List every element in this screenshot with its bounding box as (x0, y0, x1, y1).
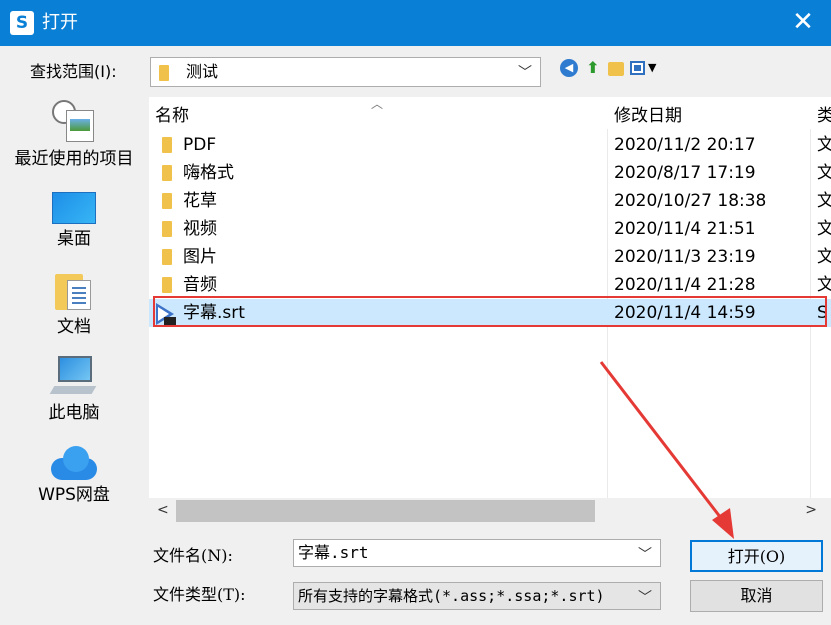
places-sidebar: 最近使用的项目 桌面 文档 此电脑 WPS网盘 (0, 92, 148, 592)
view-menu-icon[interactable]: ▼ (630, 59, 662, 77)
open-button[interactable]: 打开(O) (690, 540, 823, 572)
lookin-dropdown[interactable]: 测试 ﹀ (150, 57, 541, 87)
title-bar: S 打开 ✕ (0, 0, 831, 46)
sort-arrow-icon: ︿ (371, 97, 384, 111)
cloud-drive-icon (51, 446, 97, 480)
file-type: 文 (817, 247, 831, 267)
cancel-button[interactable]: 取消 (690, 580, 823, 612)
file-name: 嗨格式 (183, 163, 234, 183)
sidebar-item-recent[interactable]: 最近使用的项目 (0, 100, 148, 170)
file-row[interactable]: 嗨格式 2020/8/17 17:19 文 (149, 159, 831, 187)
chevron-down-icon[interactable]: ﹀ (518, 62, 532, 82)
file-type: 文 (817, 163, 831, 183)
filename-input[interactable]: 字幕.srt ﹀ (293, 539, 661, 567)
file-date: 2020/11/4 21:28 (614, 275, 756, 295)
file-date: 2020/8/17 17:19 (614, 163, 756, 183)
filetype-label: 文件类型(T): (153, 585, 246, 604)
file-type: 文 (817, 219, 831, 239)
horizontal-scrollbar[interactable]: < > (149, 498, 831, 524)
lookin-label: 查找范围(I): (30, 62, 117, 81)
this-pc-icon (49, 356, 97, 398)
file-name: 图片 (183, 247, 217, 267)
scrollbar-thumb[interactable] (176, 500, 595, 522)
column-header-name[interactable]: 名称 (155, 105, 189, 127)
folder-icon (162, 193, 172, 209)
filename-value: 字幕.srt (298, 543, 369, 562)
wps-app-icon: S (10, 11, 34, 35)
folder-icon (162, 165, 172, 181)
desktop-icon (52, 192, 96, 224)
sidebar-item-desktop[interactable]: 桌面 (0, 186, 148, 250)
chevron-down-icon[interactable]: ﹀ (638, 544, 652, 564)
lookin-value: 测试 (186, 62, 219, 81)
file-name: 视频 (183, 219, 217, 239)
subtitle-file-icon (156, 303, 176, 325)
folder-icon (162, 249, 172, 265)
sidebar-item-this-pc[interactable]: 此电脑 (0, 356, 148, 424)
file-date: 2020/11/2 20:17 (614, 135, 756, 155)
scroll-right-icon[interactable]: > (805, 502, 817, 518)
file-name: PDF (183, 135, 217, 155)
file-date: 2020/11/4 14:59 (614, 303, 756, 323)
file-name: 音频 (183, 275, 217, 295)
file-name: 花草 (183, 191, 217, 211)
filename-label: 文件名(N): (153, 546, 233, 565)
scroll-left-icon[interactable]: < (157, 502, 169, 518)
documents-icon (55, 270, 93, 312)
folder-icon (162, 277, 172, 293)
sidebar-item-wps-cloud[interactable]: WPS网盘 (0, 442, 148, 506)
file-list[interactable]: ︿ 名称 修改日期 类 PDF 2020/11/2 20:17 文 嗨格式 20… (149, 97, 831, 498)
file-type: 文 (817, 275, 831, 295)
sidebar-item-documents[interactable]: 文档 (0, 270, 148, 338)
chevron-down-icon[interactable]: ﹀ (638, 587, 652, 607)
filetype-value: 所有支持的字幕格式(*.ass;*.ssa;*.srt) (298, 587, 605, 605)
file-date: 2020/11/4 21:51 (614, 219, 756, 239)
folder-icon (162, 221, 172, 237)
close-button[interactable]: ✕ (789, 9, 817, 37)
back-icon[interactable]: ◀ (560, 59, 578, 77)
sidebar-item-label: WPS网盘 (38, 485, 110, 505)
window-title: 打开 (42, 12, 78, 33)
file-row[interactable]: PDF 2020/11/2 20:17 文 (149, 131, 831, 159)
sidebar-item-label: 此电脑 (48, 403, 100, 423)
file-date: 2020/11/3 23:19 (614, 247, 756, 267)
file-row[interactable]: 音频 2020/11/4 21:28 文 (149, 271, 831, 299)
folder-icon (162, 137, 172, 153)
file-row[interactable]: 视频 2020/11/4 21:51 文 (149, 215, 831, 243)
filetype-dropdown[interactable]: 所有支持的字幕格式(*.ass;*.ssa;*.srt) ﹀ (293, 582, 661, 610)
file-type: S (817, 303, 828, 323)
column-header: ︿ 名称 修改日期 类 (149, 97, 831, 129)
column-header-date[interactable]: 修改日期 (614, 105, 682, 127)
up-folder-icon[interactable]: ⬆ (584, 59, 602, 77)
folder-icon (159, 65, 169, 81)
file-type: 文 (817, 135, 831, 155)
sidebar-item-label: 桌面 (57, 229, 91, 249)
file-date: 2020/10/27 18:38 (614, 191, 767, 211)
file-row[interactable]: 图片 2020/11/3 23:19 文 (149, 243, 831, 271)
file-type: 文 (817, 191, 831, 211)
recent-items-icon (52, 100, 96, 144)
file-name: 字幕.srt (183, 303, 245, 323)
sidebar-item-label: 最近使用的项目 (14, 149, 134, 169)
new-folder-icon[interactable] (608, 62, 624, 76)
column-header-type[interactable]: 类 (817, 105, 831, 127)
sidebar-item-label: 文档 (57, 317, 91, 337)
file-row-selected[interactable]: 字幕.srt 2020/11/4 14:59 S (149, 299, 831, 327)
file-row[interactable]: 花草 2020/10/27 18:38 文 (149, 187, 831, 215)
